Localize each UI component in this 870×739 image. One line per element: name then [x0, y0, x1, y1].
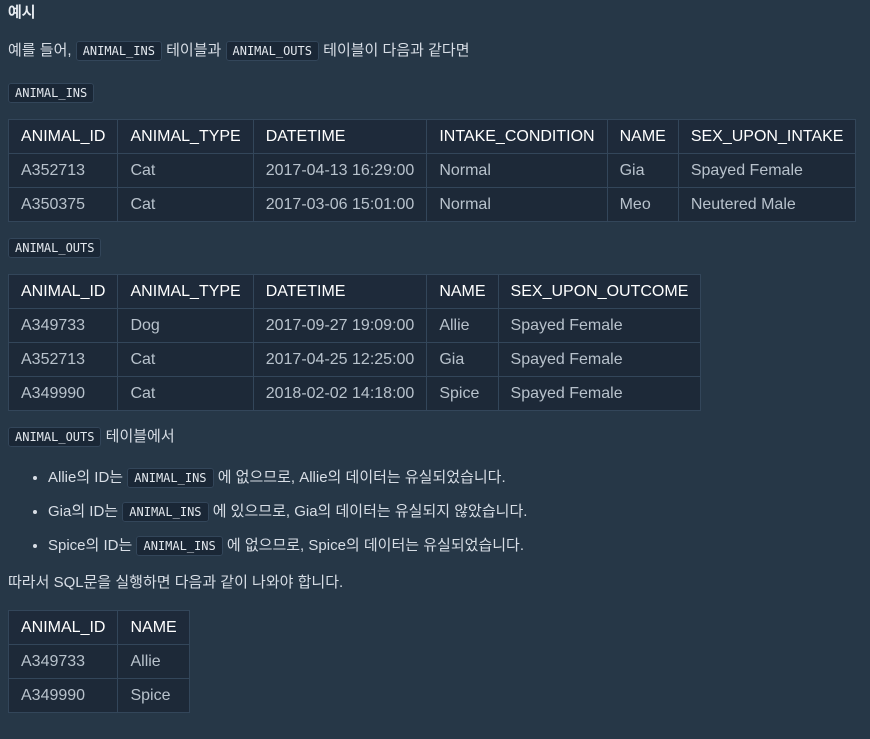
ins-label: ANIMAL_INS [8, 83, 95, 103]
animal-ins-table: ANIMAL_ID ANIMAL_TYPE DATETIME INTAKE_CO… [7, 119, 857, 222]
table-cell: Spice [426, 376, 499, 411]
from-outs-line: ANIMAL_OUTS 테이블에서 [8, 426, 862, 448]
list-item: Gia의 ID는 ANIMAL_INS 에 있으므로, Gia의 데이터는 유실… [48, 501, 862, 523]
table-cell: Spayed Female [497, 308, 702, 343]
table-row: A350375 Cat 2017-03-06 15:01:00 Normal M… [7, 187, 857, 222]
from-outs-code: ANIMAL_OUTS [8, 427, 102, 447]
header-cell: ANIMAL_TYPE [117, 119, 254, 154]
table-cell: A350375 [7, 187, 119, 222]
table-cell: Spayed Female [497, 342, 702, 377]
bullet-post: 에 있으므로, Gia의 데이터는 유실되지 않았습니다. [208, 503, 528, 520]
table-cell: 2017-09-27 19:09:00 [252, 308, 428, 343]
table-cell: 2017-04-13 16:29:00 [252, 153, 428, 188]
header-cell: ANIMAL_TYPE [117, 274, 254, 309]
result-table: ANIMAL_ID NAME A349733 Allie A349990 Spi… [7, 610, 190, 713]
header-cell: NAME [117, 610, 190, 645]
result-text: 따라서 SQL문을 실행하면 다음과 같이 나와야 합니다. [8, 574, 344, 591]
header-cell: ANIMAL_ID [7, 274, 119, 309]
table-row: A349733 Allie [7, 644, 190, 679]
table-cell: Cat [117, 376, 254, 411]
table-cell: Gia [606, 153, 679, 188]
table-cell: Spice [117, 678, 190, 713]
content: 예시 예를 들어, ANIMAL_INS 테이블과 ANIMAL_OUTS 테이… [0, 0, 870, 713]
table-header-row: ANIMAL_ID NAME [7, 610, 190, 645]
bullet-code: ANIMAL_INS [127, 468, 214, 488]
table-cell: 2018-02-02 14:18:00 [252, 376, 428, 411]
section-heading: 예시 [8, 4, 36, 21]
explanation-list: Allie의 ID는 ANIMAL_INS 에 없으므로, Allie의 데이터… [8, 467, 862, 557]
table-cell: A349990 [7, 376, 119, 411]
outs-label-line: ANIMAL_OUTS [8, 237, 862, 259]
table-cell: Cat [117, 153, 254, 188]
intro-code-ins: ANIMAL_INS [75, 41, 162, 61]
table-cell: 2017-03-06 15:01:00 [252, 187, 428, 222]
bullet-code: ANIMAL_INS [136, 536, 223, 556]
table-row: A349733 Dog 2017-09-27 19:09:00 Allie Sp… [7, 308, 702, 343]
intro-code-outs: ANIMAL_OUTS [225, 41, 319, 61]
table-cell: Normal [426, 153, 608, 188]
intro-pre: 예를 들어, [8, 42, 76, 59]
header-cell: DATETIME [252, 274, 428, 309]
list-item: Spice의 ID는 ANIMAL_INS 에 없으므로, Spice의 데이터… [48, 535, 862, 557]
header-cell: SEX_UPON_OUTCOME [497, 274, 702, 309]
intro-text: 예를 들어, ANIMAL_INS 테이블과 ANIMAL_OUTS 테이블이 … [8, 40, 862, 62]
table-cell: A349990 [7, 678, 119, 713]
table-row: A352713 Cat 2017-04-25 12:25:00 Gia Spay… [7, 342, 702, 377]
table-cell: Gia [426, 342, 499, 377]
table-row: A352713 Cat 2017-04-13 16:29:00 Normal G… [7, 153, 857, 188]
table-cell: Allie [426, 308, 499, 343]
table-cell: A352713 [7, 153, 119, 188]
table-cell: A349733 [7, 644, 119, 679]
from-outs-text: 테이블에서 [101, 428, 175, 445]
table-cell: Allie [117, 644, 190, 679]
bullet-post: 에 없으므로, Spice의 데이터는 유실되었습니다. [222, 537, 525, 554]
header-cell: NAME [606, 119, 679, 154]
table-row: A349990 Cat 2018-02-02 14:18:00 Spice Sp… [7, 376, 702, 411]
table-header-row: ANIMAL_ID ANIMAL_TYPE DATETIME NAME SEX_… [7, 274, 702, 309]
bullet-pre: Spice의 ID는 [48, 537, 137, 554]
table-header-row: ANIMAL_ID ANIMAL_TYPE DATETIME INTAKE_CO… [7, 119, 857, 154]
header-cell: INTAKE_CONDITION [426, 119, 608, 154]
animal-outs-table: ANIMAL_ID ANIMAL_TYPE DATETIME NAME SEX_… [7, 274, 702, 411]
table-cell: Spayed Female [677, 153, 857, 188]
table-cell: Normal [426, 187, 608, 222]
intro-post: 테이블이 다음과 같다면 [318, 42, 470, 59]
header-cell: SEX_UPON_INTAKE [677, 119, 857, 154]
table-cell: Neutered Male [677, 187, 857, 222]
intro-mid: 테이블과 [161, 42, 226, 59]
header-cell: ANIMAL_ID [7, 119, 119, 154]
header-cell: DATETIME [252, 119, 428, 154]
outs-label: ANIMAL_OUTS [8, 238, 102, 258]
table-cell: A352713 [7, 342, 119, 377]
ins-label-line: ANIMAL_INS [8, 82, 862, 104]
header-cell: ANIMAL_ID [7, 610, 119, 645]
table-cell: Meo [606, 187, 679, 222]
bullet-code: ANIMAL_INS [122, 502, 209, 522]
table-row: A349990 Spice [7, 678, 190, 713]
table-cell: Spayed Female [497, 376, 702, 411]
table-cell: Cat [117, 342, 254, 377]
list-item: Allie의 ID는 ANIMAL_INS 에 없으므로, Allie의 데이터… [48, 467, 862, 489]
bullet-pre: Gia의 ID는 [48, 503, 123, 520]
bullet-post: 에 없으므로, Allie의 데이터는 유실되었습니다. [213, 469, 506, 486]
bullet-pre: Allie의 ID는 [48, 469, 128, 486]
header-cell: NAME [426, 274, 499, 309]
table-cell: 2017-04-25 12:25:00 [252, 342, 428, 377]
table-cell: Dog [117, 308, 254, 343]
table-cell: Cat [117, 187, 254, 222]
table-cell: A349733 [7, 308, 119, 343]
